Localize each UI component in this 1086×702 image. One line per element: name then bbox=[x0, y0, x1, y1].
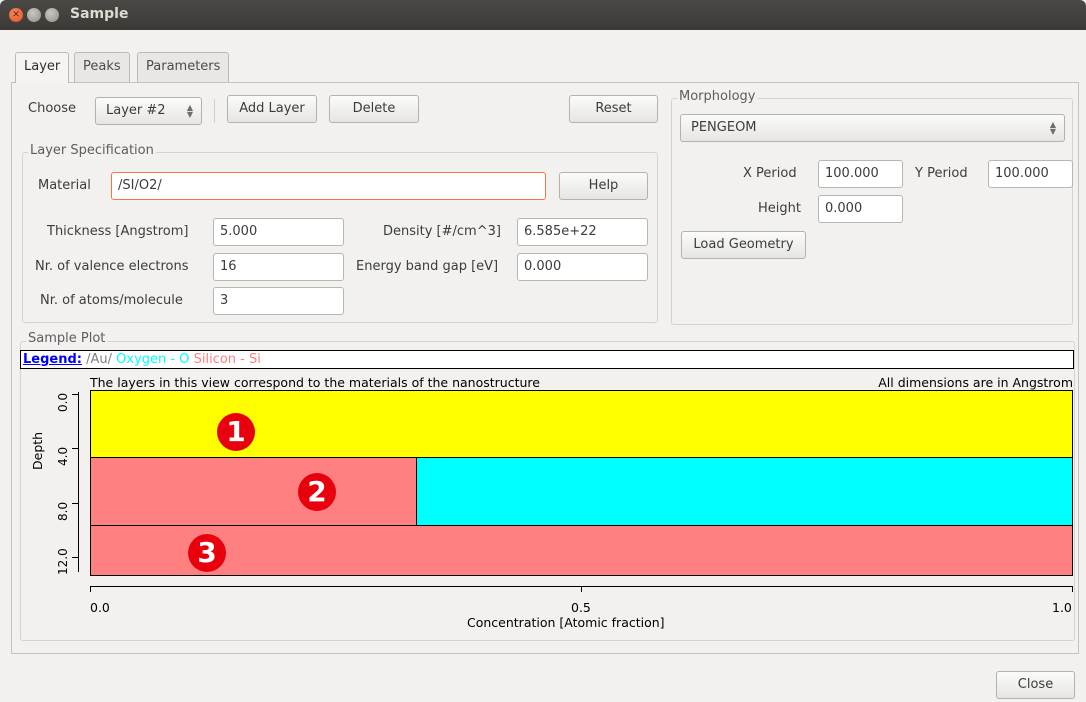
x-tick bbox=[1072, 586, 1073, 592]
layer-2-segment-1 bbox=[90, 458, 417, 526]
layer-badge-2: 2 bbox=[298, 473, 336, 511]
x-period-label: X Period bbox=[743, 166, 797, 181]
density-input[interactable]: 6.585e+22 bbox=[517, 218, 648, 246]
height-input[interactable]: 0.000 bbox=[818, 195, 903, 223]
y-tick bbox=[72, 394, 78, 395]
atoms-input[interactable]: 3 bbox=[213, 287, 344, 315]
title-bar: ✕ Sample bbox=[0, 0, 1086, 30]
load-geometry-button[interactable]: Load Geometry bbox=[681, 231, 806, 259]
layer-select-value: Layer #2 bbox=[106, 103, 166, 118]
tab-parameters[interactable]: Parameters bbox=[137, 52, 230, 82]
close-button[interactable]: Close bbox=[996, 671, 1075, 699]
window-title: Sample bbox=[70, 6, 129, 22]
density-label: Density [#/cm^3] bbox=[383, 224, 501, 239]
layer-spec-title: Layer Specification bbox=[28, 143, 156, 158]
legend-item-silicon: Silicon - Si bbox=[193, 352, 261, 367]
y-axis-line bbox=[78, 392, 79, 572]
plot-note-right: All dimensions are in Angstrom bbox=[878, 375, 1073, 390]
sample-plot-title: Sample Plot bbox=[26, 331, 108, 346]
delete-button[interactable]: Delete bbox=[329, 95, 419, 123]
x-tick-label: 0.0 bbox=[90, 600, 110, 615]
y-tick bbox=[72, 448, 78, 450]
atoms-label: Nr. of atoms/molecule bbox=[40, 293, 183, 308]
morphology-title: Morphology bbox=[677, 89, 758, 104]
legend-item-au: /Au/ bbox=[86, 352, 113, 367]
window-close-icon[interactable]: ✕ bbox=[9, 8, 23, 22]
y-tick-label: 4.0 bbox=[56, 447, 70, 467]
y-tick-label: 8.0 bbox=[56, 501, 70, 521]
y-tick-label: 0.0 bbox=[56, 392, 70, 412]
plot-area: 1 2 3 bbox=[90, 390, 1073, 576]
x-tick-label: 0.5 bbox=[571, 600, 591, 615]
tab-layer[interactable]: Layer bbox=[15, 52, 70, 83]
height-label: Height bbox=[758, 201, 801, 216]
tab-peaks[interactable]: Peaks bbox=[74, 52, 130, 82]
spinner-arrows-icon: ▲ ▼ bbox=[186, 103, 194, 119]
material-input[interactable]: /SI/O2/ bbox=[111, 172, 546, 200]
valence-input[interactable]: 16 bbox=[213, 253, 344, 281]
plot-note-left: The layers in this view correspond to th… bbox=[90, 375, 540, 390]
x-period-input[interactable]: 100.000 bbox=[818, 160, 903, 188]
window-minimize-icon[interactable] bbox=[27, 8, 41, 22]
reset-button[interactable]: Reset bbox=[569, 95, 658, 123]
thickness-label: Thickness [Angstrom] bbox=[47, 224, 189, 239]
legend-title: Legend: bbox=[23, 352, 82, 367]
y-tick bbox=[72, 502, 78, 504]
legend: Legend: /Au/ Oxygen - O Silicon - Si bbox=[20, 350, 1074, 369]
y-tick bbox=[72, 556, 78, 558]
window-maximize-icon[interactable] bbox=[45, 8, 59, 22]
thickness-input[interactable]: 5.000 bbox=[213, 218, 344, 246]
y-tick-label: 12.0 bbox=[56, 548, 70, 575]
x-axis-label: Concentration [Atomic fraction] bbox=[467, 615, 665, 630]
layer-3-segment-1 bbox=[90, 526, 1073, 576]
bandgap-label: Energy band gap [eV] bbox=[356, 259, 499, 274]
bandgap-input[interactable]: 0.000 bbox=[517, 253, 648, 281]
morphology-select-value: PENGEOM bbox=[691, 120, 757, 135]
layer-badge-3: 3 bbox=[188, 534, 226, 572]
layer-select[interactable]: Layer #2 ▲ ▼ bbox=[95, 97, 202, 125]
layer-2-segment-2 bbox=[417, 458, 1073, 526]
layer-badge-1: 1 bbox=[217, 413, 255, 451]
valence-label: Nr. of valence electrons bbox=[35, 259, 189, 274]
add-layer-button[interactable]: Add Layer bbox=[227, 95, 317, 123]
material-label: Material bbox=[38, 178, 91, 193]
choose-label: Choose bbox=[28, 101, 76, 116]
x-tick bbox=[581, 586, 582, 592]
toolbar-separator bbox=[214, 99, 215, 123]
y-period-input[interactable]: 100.000 bbox=[988, 160, 1073, 188]
x-tick bbox=[90, 586, 91, 592]
x-tick-label: 1.0 bbox=[1052, 600, 1072, 615]
y-period-label: Y Period bbox=[915, 166, 968, 181]
morphology-select[interactable]: PENGEOM ▲ ▼ bbox=[680, 114, 1065, 142]
help-button[interactable]: Help bbox=[559, 172, 648, 200]
spinner-arrows-icon: ▲ ▼ bbox=[1049, 120, 1057, 136]
legend-item-oxygen: Oxygen - O bbox=[116, 352, 190, 367]
y-axis-label: Depth bbox=[30, 431, 45, 470]
